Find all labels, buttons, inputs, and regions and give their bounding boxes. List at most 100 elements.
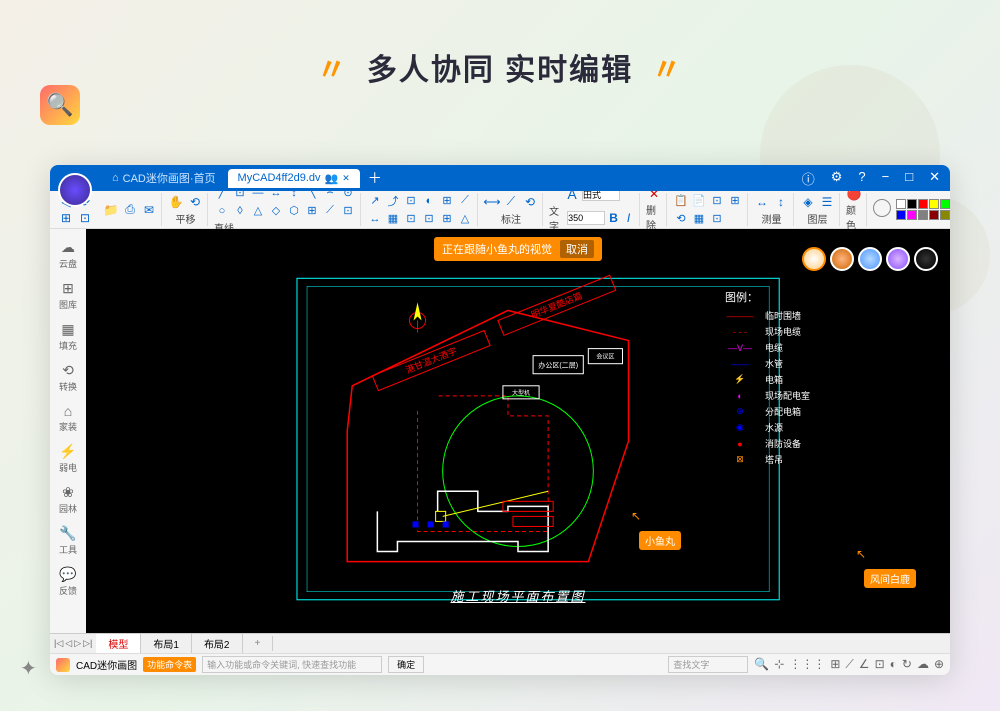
edit-tool-icon[interactable]: ▦ (691, 211, 707, 227)
edit-tool-icon[interactable]: ⊞ (727, 193, 743, 209)
sidebar-item-转换[interactable]: ⟲转换 (57, 358, 79, 397)
status-tool-icon[interactable]: ⟋ (845, 657, 853, 672)
info-button[interactable]: ⓘ (798, 169, 819, 188)
cancel-follow-button[interactable]: 取消 (560, 240, 594, 258)
draw-tool-icon[interactable]: ⬡ (286, 203, 302, 219)
maximize-button[interactable]: □ (901, 169, 917, 188)
sidebar-item-填充[interactable]: ▦填充 (57, 317, 79, 356)
tab-home[interactable]: ⌂ CAD迷你画图·首页 (102, 167, 226, 189)
modify-tool-icon[interactable]: ▦ (385, 211, 401, 227)
italic-button[interactable]: I (622, 210, 635, 226)
draw-tool-icon[interactable]: ◊ (232, 203, 248, 219)
status-tool-icon[interactable]: ⋮⋮⋮ (789, 657, 825, 672)
edit-tool-icon[interactable]: ⊡ (709, 193, 725, 209)
dim-icon[interactable]: ⟷ (484, 194, 500, 210)
sidebar-item-园林[interactable]: ❀园林 (57, 480, 79, 519)
avatar[interactable] (914, 247, 938, 271)
sidebar-item-工具[interactable]: 🔧工具 (57, 521, 79, 560)
avatar[interactable] (830, 247, 854, 271)
layer-icon[interactable]: ◈ (800, 194, 816, 210)
dim-icon[interactable]: ⟲ (522, 194, 538, 210)
nav-first-icon[interactable]: |◁ (54, 638, 63, 649)
modify-tool-icon[interactable]: ⊞ (439, 211, 455, 227)
settings-button[interactable]: ⚙ (827, 169, 847, 188)
avatar[interactable] (802, 247, 826, 271)
tab-file-active[interactable]: MyCAD4ff2d9.dv 👥 ✕ (228, 169, 360, 188)
modify-tool-icon[interactable]: ⟋ (457, 193, 473, 209)
print-icon[interactable]: ⎙ (122, 202, 138, 218)
status-tool-icon[interactable]: 🔍 (754, 657, 769, 672)
sidebar-item-家装[interactable]: ⌂家装 (57, 399, 79, 437)
draw-tool-icon[interactable]: ⊡ (340, 203, 356, 219)
color-swatch[interactable] (929, 210, 939, 220)
function-table-button[interactable]: 功能命令表 (143, 657, 196, 672)
modify-tool-icon[interactable]: ↔ (367, 211, 383, 227)
open-icon[interactable]: 📁 (103, 202, 119, 218)
modify-tool-icon[interactable]: ◐ (421, 193, 437, 209)
status-tool-icon[interactable]: ☁ (917, 657, 929, 672)
grid-icon[interactable]: ⊞ (58, 210, 74, 226)
font-size-input[interactable] (567, 211, 605, 225)
current-color-icon[interactable] (873, 199, 891, 217)
edit-tool-icon[interactable]: ⟲ (673, 211, 689, 227)
color-swatch[interactable] (918, 210, 928, 220)
modify-tool-icon[interactable]: ⤴ (385, 193, 401, 209)
drawing-canvas[interactable]: 正在跟随小鱼丸的视觉 取消 (86, 229, 950, 633)
draw-tool-icon[interactable]: ◇ (268, 203, 284, 219)
color-swatch[interactable] (940, 210, 950, 220)
draw-tool-icon[interactable]: △ (250, 203, 266, 219)
view-icon[interactable]: ⊡ (77, 210, 93, 226)
nav-last-icon[interactable]: ▷| (83, 638, 92, 649)
modify-tool-icon[interactable]: ⊡ (403, 193, 419, 209)
close-tab-icon[interactable]: ✕ (342, 173, 350, 184)
sidebar-item-图库[interactable]: ⊞图库 (57, 276, 79, 315)
measure-icon[interactable]: ↔ (754, 194, 770, 210)
rotate-icon[interactable]: ⟲ (187, 194, 203, 210)
color-swatch[interactable] (896, 210, 906, 220)
layout-tab-model[interactable]: 模型 (96, 634, 141, 653)
bold-button[interactable]: B (607, 210, 620, 226)
color-swatch[interactable] (918, 199, 928, 209)
search-input[interactable]: 查找文字 (668, 656, 748, 673)
user-avatar-icon[interactable] (58, 173, 92, 207)
modify-tool-icon[interactable]: ⊡ (403, 211, 419, 227)
status-tool-icon[interactable]: ⊡ (875, 657, 885, 672)
ok-button[interactable]: 确定 (388, 656, 424, 673)
avatar[interactable] (858, 247, 882, 271)
sidebar-item-云盘[interactable]: ☁云盘 (57, 235, 79, 274)
status-tool-icon[interactable]: ⊹ (774, 657, 784, 672)
draw-tool-icon[interactable]: ⟋ (322, 203, 338, 219)
color-swatch[interactable] (940, 199, 950, 209)
nav-prev-icon[interactable]: ◁ (65, 638, 72, 649)
edit-tool-icon[interactable]: 📄 (691, 193, 707, 209)
add-layout-button[interactable]: + (243, 636, 274, 651)
status-tool-icon[interactable]: ↻ (902, 657, 912, 672)
edit-tool-icon[interactable]: ⊡ (709, 211, 725, 227)
add-tab-button[interactable]: ＋ (362, 168, 388, 188)
layer-list-icon[interactable]: ☰ (819, 194, 835, 210)
modify-tool-icon[interactable]: △ (457, 211, 473, 227)
avatar[interactable] (886, 247, 910, 271)
modify-tool-icon[interactable]: ↗ (367, 193, 383, 209)
layout-tab-2[interactable]: 布局2 (192, 634, 243, 653)
nav-next-icon[interactable]: ▷ (74, 638, 81, 649)
sidebar-item-反馈[interactable]: 💬反馈 (57, 562, 79, 601)
pan-icon[interactable]: ✋ (168, 194, 184, 210)
color-swatch[interactable] (929, 199, 939, 209)
measure-icon[interactable]: ↕ (773, 194, 789, 210)
close-button[interactable]: ✕ (925, 169, 944, 188)
mail-icon[interactable]: ✉ (141, 202, 157, 218)
status-tool-icon[interactable]: ◐ (890, 657, 897, 672)
dim-icon[interactable]: ⟋ (503, 194, 519, 210)
command-input[interactable]: 输入功能或命令关键词, 快速查找功能 (202, 656, 382, 673)
layout-tab-1[interactable]: 布局1 (141, 634, 192, 653)
minimize-button[interactable]: − (878, 169, 894, 188)
status-tool-icon[interactable]: ∠ (859, 657, 870, 672)
status-tool-icon[interactable]: ⊞ (830, 657, 840, 672)
draw-tool-icon[interactable]: ○ (214, 203, 230, 219)
color-swatch[interactable] (896, 199, 906, 209)
help-button[interactable]: ? (854, 169, 869, 188)
sidebar-item-弱电[interactable]: ⚡弱电 (57, 439, 79, 478)
draw-tool-icon[interactable]: ⊞ (304, 203, 320, 219)
color-swatch[interactable] (907, 210, 917, 220)
